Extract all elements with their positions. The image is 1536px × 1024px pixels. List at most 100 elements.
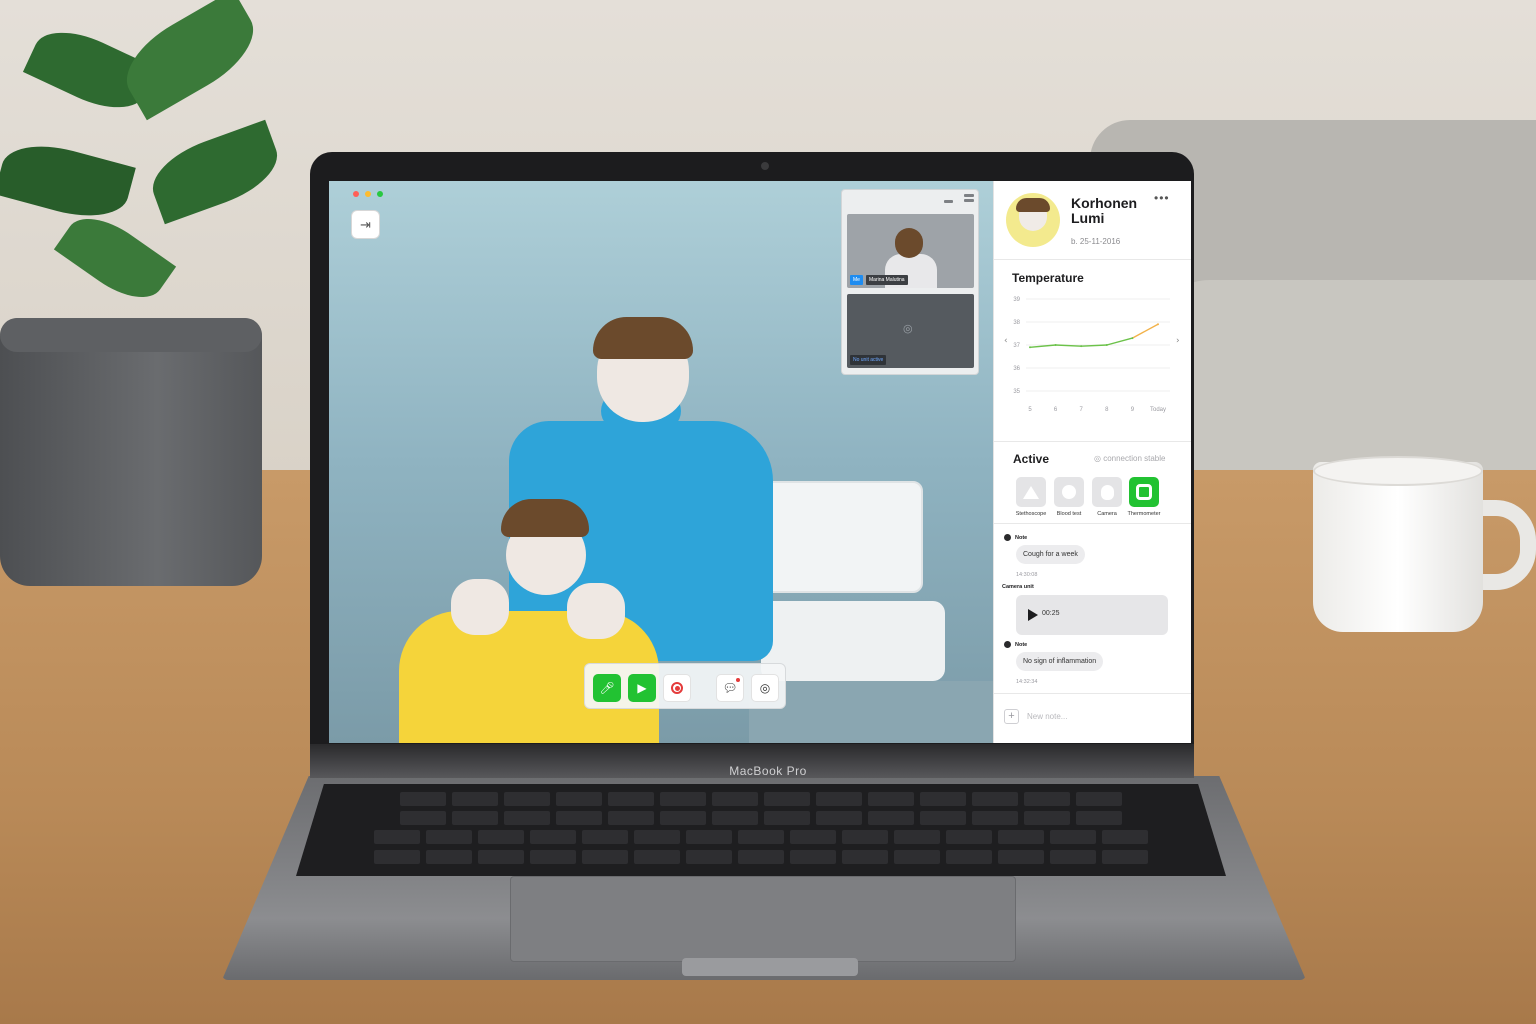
camera-unit-icon	[1100, 484, 1114, 500]
patient-sidebar: Korhonen Lumi b. 25-11-2016 ••• Temperat…	[993, 181, 1191, 743]
y-tick-label: 37	[1013, 343, 1020, 349]
y-tick-label: 39	[1013, 297, 1020, 303]
doctor-head	[895, 228, 923, 258]
y-tick-label: 35	[1013, 389, 1020, 395]
thermometer-button[interactable]	[1129, 477, 1159, 507]
data-point	[1157, 323, 1159, 326]
self-tag: Me	[850, 275, 863, 285]
data-point	[1131, 337, 1134, 340]
device-case-lid	[761, 481, 923, 593]
pip-layout-icon-2[interactable]	[964, 199, 974, 202]
microphone-button[interactable]: 🎤︎	[593, 674, 621, 702]
x-tick-label: 9	[1131, 407, 1135, 413]
record-button[interactable]	[663, 674, 691, 702]
patient-avatar	[1006, 193, 1060, 247]
recording-duration: 00:25	[1042, 610, 1060, 617]
call-control-bar: 🎤︎ ▶ 💬︎ ◎	[584, 663, 786, 709]
blood-test-icon	[1062, 485, 1076, 499]
y-tick-label: 38	[1013, 320, 1020, 326]
microphone-icon: 🎤︎	[599, 681, 615, 695]
play-icon[interactable]	[1028, 609, 1038, 621]
note-time: 14:32:34	[1016, 679, 1038, 685]
parent-hair	[593, 317, 693, 359]
unit-video-tile[interactable]: ◎ No unit active	[847, 294, 974, 368]
note-author-avatar	[1004, 534, 1011, 541]
mug-rim	[1313, 456, 1483, 486]
data-point	[1105, 344, 1108, 346]
stethoscope-button[interactable]	[1016, 477, 1046, 507]
connection-status: ◎ connection stable	[1094, 454, 1165, 463]
unit-status-label: No unit active	[850, 355, 887, 365]
x-tick-label: 6	[1054, 407, 1058, 413]
stethoscope-icon	[1023, 485, 1039, 499]
data-point	[1029, 346, 1031, 349]
video-camera-icon: ▶	[637, 681, 647, 695]
main-video-feed: ⇥ Me Marina Malutina ◎ No unit active 🎤︎	[329, 181, 993, 743]
plant-pot-rim	[0, 318, 262, 352]
data-point	[1080, 345, 1083, 348]
active-title: Active	[1013, 452, 1050, 466]
note-author-avatar	[1004, 641, 1011, 648]
note-bubble: Cough for a week	[1016, 545, 1085, 564]
x-tick-label: 5	[1028, 407, 1032, 413]
app-screen: ⇥ Me Marina Malutina ◎ No unit active 🎤︎	[329, 181, 1191, 743]
coffee-mug	[1313, 462, 1483, 632]
exit-icon: ⇥	[360, 216, 371, 232]
trackpad	[510, 876, 1016, 962]
signal-icon: ◎	[759, 681, 771, 695]
divider	[994, 441, 1191, 442]
x-tick-label: 8	[1105, 407, 1109, 413]
signal-icon: ◎	[903, 323, 913, 335]
note-label: Note	[1015, 535, 1028, 541]
camera-toggle-button[interactable]: ▶	[628, 674, 656, 702]
chevron-left-icon[interactable]: ‹	[1004, 336, 1008, 346]
add-note-button[interactable]: +	[1004, 709, 1019, 724]
camera-unit-button[interactable]	[1092, 477, 1122, 507]
series-line-segment	[1106, 337, 1134, 346]
patient-firstname: Lumi	[1071, 210, 1105, 226]
connection-status-text: connection stable	[1103, 454, 1166, 463]
series-line-segment	[1131, 323, 1159, 339]
plant-pot	[0, 318, 262, 586]
blood-test-button[interactable]	[1054, 477, 1084, 507]
self-name-label: Marina Malutina	[866, 275, 908, 285]
x-tick-label: Today	[1150, 407, 1166, 413]
x-tick-label: 7	[1080, 407, 1084, 413]
parent-left-hand	[451, 579, 509, 635]
new-note-input[interactable]: New note...	[1027, 712, 1067, 721]
chevron-right-icon[interactable]: ›	[1176, 336, 1180, 346]
webcam	[761, 162, 769, 170]
signal-icon: ◎	[1094, 454, 1104, 463]
temperature-chart: 39 38 37 36 35 5 6 7 8 9 Today ‹ ›	[1004, 297, 1180, 413]
record-icon	[671, 682, 683, 694]
laptop-brand-label: MacBook Pro	[729, 764, 807, 778]
avatar-hair	[1016, 198, 1050, 212]
camera-recording[interactable]: 00:25	[1016, 595, 1168, 635]
note-bubble: No sign of inflammation	[1016, 652, 1104, 671]
child-hair	[501, 499, 589, 537]
self-video-tile[interactable]: Me Marina Malutina	[847, 214, 974, 288]
data-point	[1054, 344, 1057, 346]
lid-notch	[682, 958, 858, 976]
patient-dob: b. 25-11-2016	[1071, 237, 1121, 246]
camera-unit-label: Camera unit	[1002, 584, 1034, 590]
temperature-title: Temperature	[1012, 271, 1084, 285]
pip-layout-icon[interactable]	[964, 194, 974, 197]
note-label: Note	[1015, 642, 1028, 648]
thermometer-icon	[1136, 484, 1152, 500]
pip-minimize-icon[interactable]	[944, 200, 953, 203]
connection-button[interactable]: ◎	[751, 674, 779, 702]
y-tick-label: 36	[1013, 366, 1020, 372]
more-icon[interactable]: •••	[1154, 191, 1170, 205]
divider	[994, 693, 1191, 694]
exit-call-button[interactable]: ⇥	[351, 210, 380, 239]
parent-right-hand	[567, 583, 625, 639]
device-label-thermometer: Thermometer	[1127, 511, 1161, 517]
participant-panel: Me Marina Malutina ◎ No unit active	[841, 189, 979, 375]
chat-notification-dot	[736, 678, 740, 682]
keyboard	[296, 784, 1226, 876]
divider	[994, 259, 1191, 260]
chat-bubble-icon: 💬︎	[722, 681, 738, 695]
chat-button[interactable]: 💬︎	[716, 674, 744, 702]
note-time: 14:30:08	[1016, 572, 1038, 578]
